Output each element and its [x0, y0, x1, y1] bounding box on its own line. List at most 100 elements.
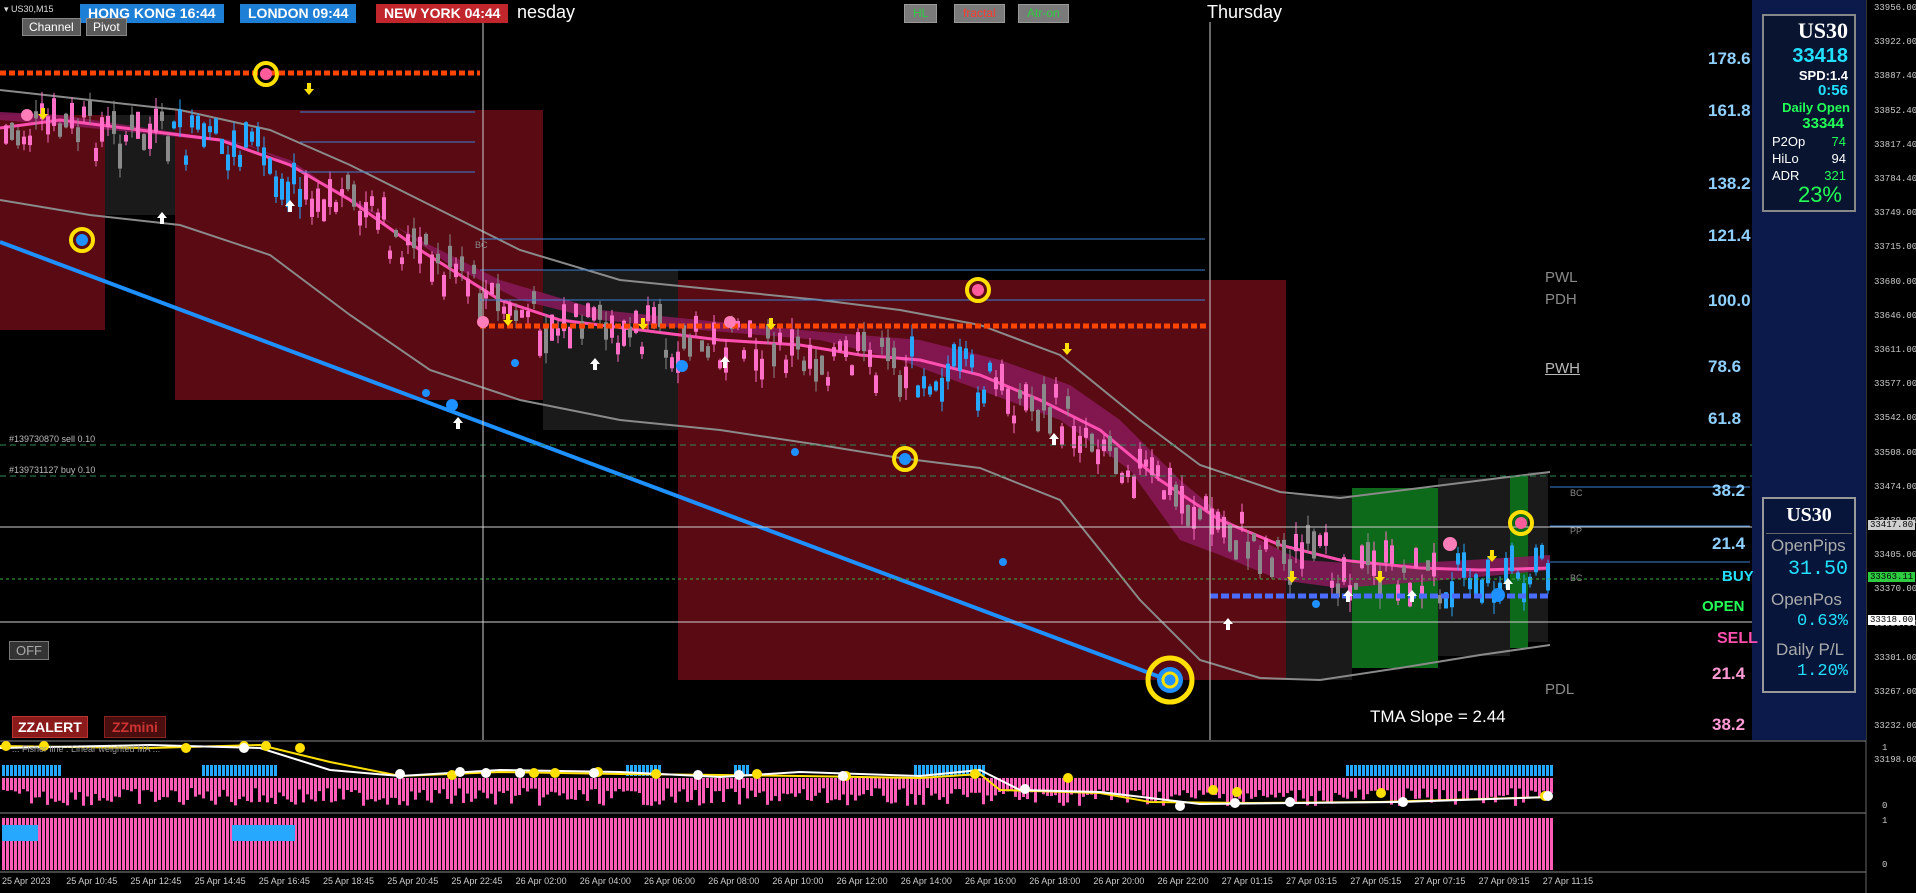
pivot-button[interactable]: Pivot: [86, 18, 127, 36]
osc1-bar: [854, 778, 857, 801]
osc2-bar: [1078, 818, 1081, 870]
candle-body: [1126, 470, 1130, 478]
price-axis-label: 33577.00: [1874, 379, 1916, 390]
candle-body: [520, 309, 524, 318]
time-axis-label: 26 Apr 08:00: [708, 876, 760, 886]
osc1-bar: [26, 778, 29, 792]
osc1-bar-blue: [1374, 765, 1377, 776]
candle-body: [964, 348, 968, 359]
time-axis-label: 26 Apr 16:00: [965, 876, 1017, 886]
osc2-bar: [1382, 818, 1385, 870]
candle-body: [844, 340, 848, 357]
candle-body: [1096, 449, 1100, 465]
candle-body: [16, 130, 20, 146]
osc2-bar: [946, 818, 949, 870]
zzalert-button[interactable]: ZZALERT: [12, 716, 88, 738]
osc1-bar: [274, 778, 277, 804]
osc2-bar: [1446, 818, 1449, 870]
hl-button[interactable]: HL: [904, 4, 938, 23]
candle-body: [274, 176, 278, 198]
osc1-bar: [74, 778, 77, 800]
osc2-bar: [178, 818, 181, 870]
time-axis-label: 26 Apr 12:00: [836, 876, 888, 886]
osc1-bar: [1226, 778, 1229, 806]
osc1-bar: [782, 778, 785, 794]
osc1-bar: [1498, 778, 1501, 796]
osc1-bar: [62, 778, 65, 803]
osc2-bar: [1322, 818, 1325, 870]
osc2-bar: [782, 818, 785, 870]
osc1-bar: [1302, 778, 1305, 799]
osc1-bar: [222, 778, 225, 790]
price-chart[interactable]: [0, 0, 1916, 893]
osc1-bar: [850, 778, 853, 795]
time-axis-label: 25 Apr 22:45: [451, 876, 503, 886]
pl-symbol: US30: [1786, 504, 1832, 526]
osc2-bar: [562, 818, 565, 870]
osc1-bar: [402, 778, 405, 802]
osc1-bar: [262, 778, 265, 796]
osc2-bar: [542, 818, 545, 870]
osc2-bar: [990, 818, 993, 870]
osc2-bar: [894, 818, 897, 870]
osc2-bar: [886, 818, 889, 870]
osc1-bar: [1474, 778, 1477, 791]
osc1-bar: [1158, 778, 1161, 792]
candle-body: [1054, 383, 1058, 398]
osc1-bar: [1430, 778, 1433, 803]
osc1-bar: [1374, 778, 1377, 791]
osc1-bar: [1514, 778, 1517, 806]
channel-button[interactable]: Channel: [22, 18, 81, 36]
osc2-bar: [1338, 818, 1341, 870]
osc2-bar: [654, 818, 657, 870]
osc1-bar: [702, 778, 705, 804]
osc1-bar: [1478, 778, 1481, 801]
osc1-bar: [246, 778, 249, 801]
osc2-bar: [354, 818, 357, 870]
zzmini-button[interactable]: ZZmini: [104, 716, 166, 738]
osc1-bar: [270, 778, 273, 798]
osc1-bar: [1350, 778, 1353, 792]
candle-body: [1012, 415, 1016, 424]
osc1-bar: [1094, 778, 1097, 800]
osc1-bar: [234, 778, 237, 806]
atr-button[interactable]: Atr-on: [1018, 4, 1069, 23]
osc2-bar: [1398, 818, 1401, 870]
candle-body: [574, 303, 578, 317]
fibo-level: 38.2: [1712, 481, 1746, 500]
osc1-bar: [102, 778, 105, 799]
off-button[interactable]: OFF: [9, 641, 49, 660]
fibo-level: 38.2: [1712, 715, 1746, 734]
osc1-bar: [1282, 778, 1285, 797]
osc1-bar: [106, 778, 109, 801]
osc1-bar: [598, 778, 601, 804]
osc1-bar: [1110, 778, 1113, 801]
osc2-bar: [1454, 818, 1457, 870]
osc2-bar: [458, 818, 461, 870]
osc1-bar-blue: [214, 765, 217, 776]
osc1-bar: [1402, 778, 1405, 798]
chart-window[interactable]: ▾ US30,M15 HONG KONG 16:44 LONDON 09:44 …: [0, 0, 1916, 893]
osc1-bar: [678, 778, 681, 792]
osc2-bar: [1202, 818, 1205, 870]
candle-body: [1138, 448, 1142, 469]
osc1-bar: [110, 778, 113, 802]
osc1-axis-top: 1: [1882, 743, 1888, 753]
osc1-dot: [970, 769, 980, 779]
osc1-bar: [822, 778, 825, 789]
osc2-bar: [1142, 818, 1145, 870]
fractal-button[interactable]: fractal: [954, 4, 1005, 23]
candle-body: [22, 136, 26, 145]
osc2-bar: [1310, 818, 1313, 870]
osc1-bar: [1414, 778, 1417, 799]
osc2-bar: [738, 818, 741, 870]
candle-body: [880, 338, 884, 347]
osc2-bar: [1090, 818, 1093, 870]
candle-body: [472, 264, 476, 274]
osc2-bar: [186, 818, 189, 870]
osc1-dot-white: [693, 770, 703, 780]
osc2-bar: [1174, 818, 1177, 870]
osc1-dot: [181, 743, 191, 753]
osc2-bar: [106, 818, 109, 870]
osc2-bar: [166, 818, 169, 870]
